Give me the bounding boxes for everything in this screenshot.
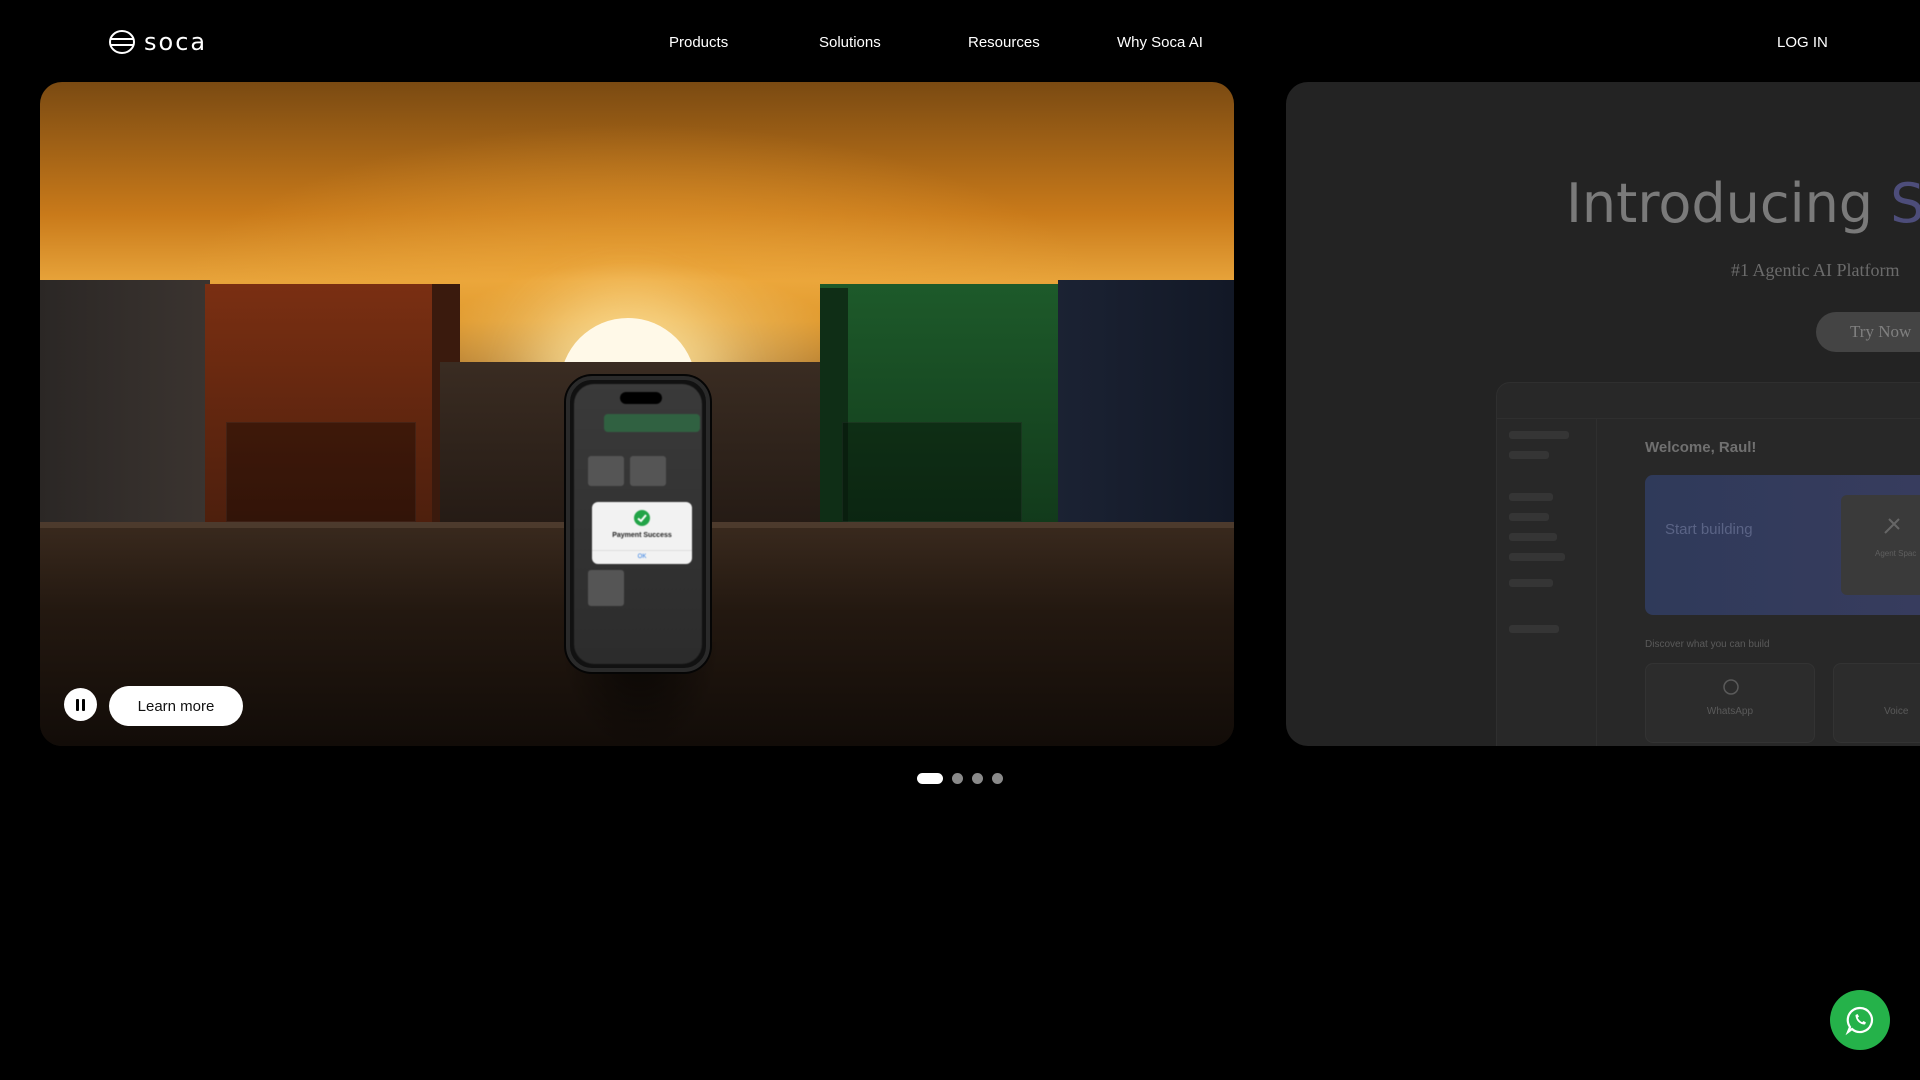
voice-card-label: Voice [1884,706,1909,717]
pagination-dot-1[interactable] [917,773,943,784]
slide-subtitle: #1 Agentic AI Platform [1731,260,1900,280]
pause-button[interactable] [64,688,97,721]
whatsapp-card-label: WhatsApp [1706,706,1754,717]
storefront-door [226,422,416,522]
phone-notch [620,392,662,404]
nav-item-solutions[interactable]: Solutions [819,34,881,51]
dashboard-preview: Welcome, Raul! Start building Agent Spac… [1496,382,1920,746]
sidebar-row [1509,553,1565,561]
sidebar-row [1509,431,1569,439]
hero-slide-active: Payment Success OK [40,82,1234,746]
pause-icon-bar [82,698,85,711]
payment-ok-button: OK [592,550,692,560]
check-icon [634,510,650,526]
brand-logo[interactable]: soca [108,28,207,56]
start-building-title: Start building [1665,521,1753,538]
sidebar-row [1509,533,1557,541]
sidebar-row [1509,513,1549,521]
slider-pagination [917,773,1003,784]
soca-logo-icon [109,30,135,54]
chat-bubble [604,414,700,432]
whatsapp-card: WhatsApp [1645,663,1815,743]
hero-slide-next[interactable]: Introducing So #1 Agentic AI Platform Tr… [1286,82,1920,746]
top-navigation: soca Products Solutions Resources Why So… [0,0,1920,80]
phone-screen: Payment Success OK [574,384,702,664]
nav-item-why-soca-ai[interactable]: Why Soca AI [1117,34,1203,51]
building-navy [1058,280,1234,530]
learn-more-button[interactable]: Learn more [109,686,243,726]
payment-success-title: Payment Success [612,532,672,539]
discover-label: Discover what you can build [1645,639,1770,650]
building-grey [40,280,210,530]
slide-title-main: Introducing [1566,172,1891,235]
product-thumbnail [630,456,666,486]
pause-icon [76,698,79,711]
sidebar-row [1509,579,1553,587]
whatsapp-icon [1723,679,1739,695]
phone-mockup: Payment Success OK [566,376,710,672]
agent-space-label: Agent Spac [1875,549,1917,558]
login-link[interactable]: LOG IN [1777,34,1828,51]
slide-title: Introducing So [1566,172,1920,235]
start-building-card: Start building Agent Spac [1645,475,1920,615]
sidebar-row [1509,625,1559,633]
product-thumbnail [588,456,624,486]
nav-item-resources[interactable]: Resources [968,34,1040,51]
pagination-dot-3[interactable] [972,773,983,784]
agent-space-card: Agent Spac [1841,495,1920,595]
tools-icon [1884,518,1900,534]
product-thumbnail [588,570,624,606]
try-now-button[interactable]: Try Now [1816,312,1920,352]
dashboard-sidebar [1497,419,1597,746]
whatsapp-icon [1845,1006,1874,1036]
pagination-dot-4[interactable] [992,773,1003,784]
dashboard-welcome: Welcome, Raul! [1645,439,1757,456]
sidebar-row [1509,493,1553,501]
slide-title-accent: So [1890,172,1920,235]
storefront-door [842,422,1022,522]
voice-card: Voice [1833,663,1920,743]
whatsapp-chat-button[interactable] [1830,990,1890,1050]
sidebar-row [1509,451,1549,459]
payment-success-popup: Payment Success OK [592,502,692,564]
brand-name: soca [144,28,208,56]
dashboard-topbar [1497,383,1920,419]
pagination-dot-2[interactable] [952,773,963,784]
nav-item-products[interactable]: Products [669,34,728,51]
